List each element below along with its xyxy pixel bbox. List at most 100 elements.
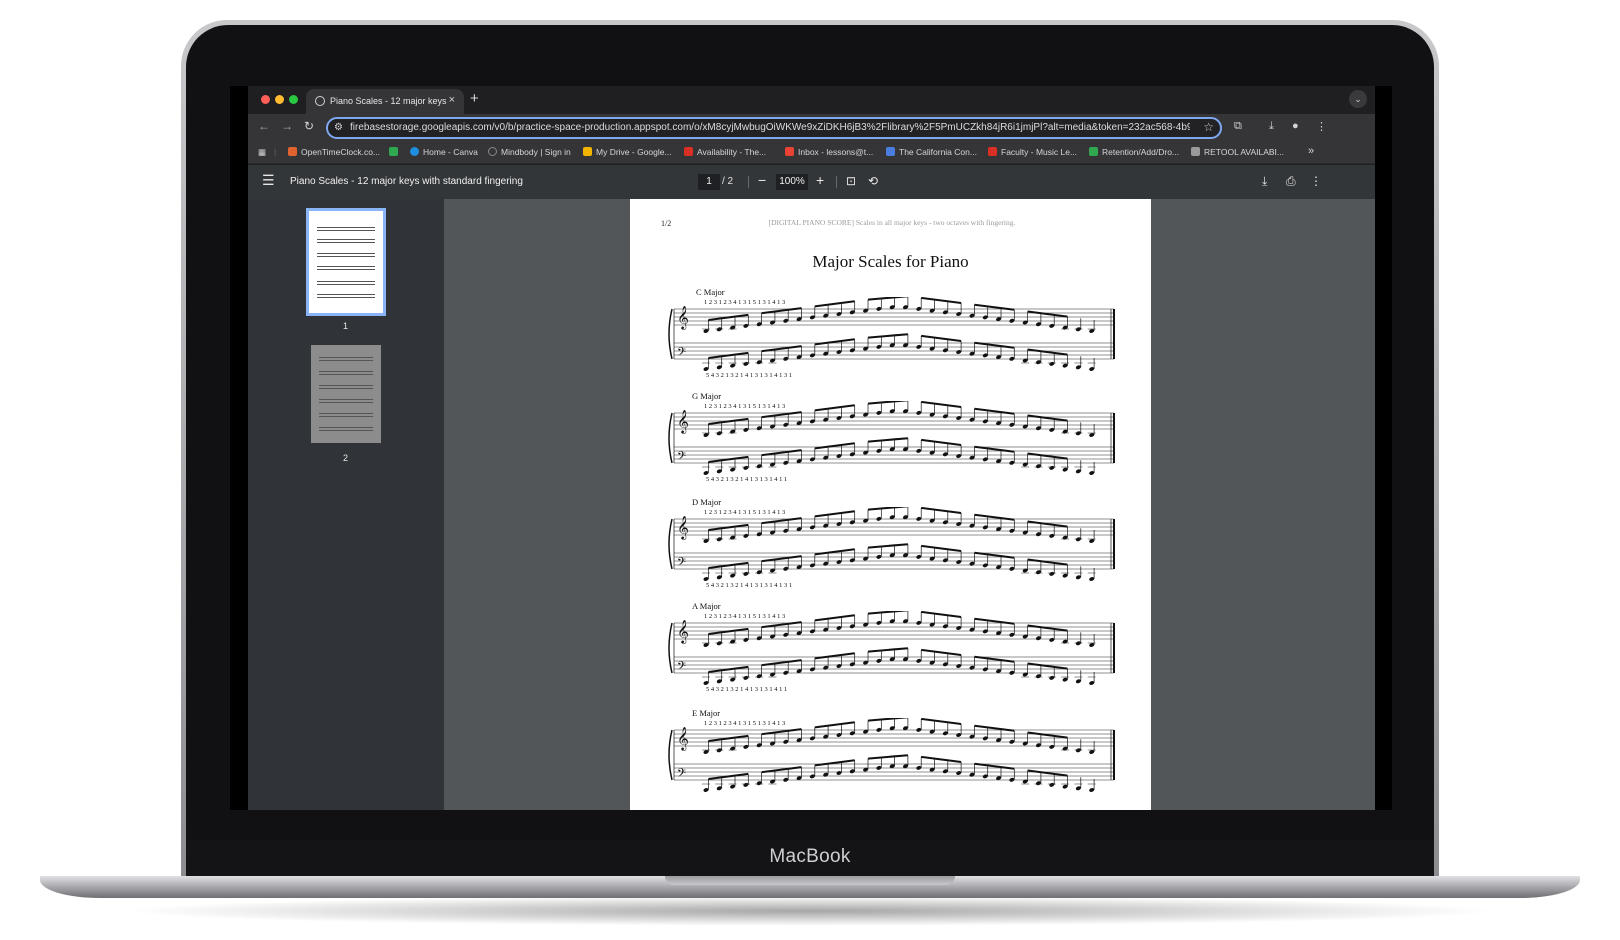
profile-icon[interactable]: ● — [1292, 120, 1299, 132]
url-text[interactable]: firebasestorage.googleapis.com/v0/b/prac… — [350, 122, 1190, 133]
beam — [1027, 769, 1068, 777]
print-icon[interactable]: ⎙ — [1286, 174, 1296, 189]
extensions-icon[interactable]: ⧉ — [1234, 120, 1242, 133]
treble-clef: 𝄞 — [677, 726, 689, 751]
forward-button[interactable]: → — [281, 119, 293, 133]
thumbnail-number: 1 — [343, 321, 349, 331]
screen: Piano Scales - 12 major keys × + ⌄ ← → ↻… — [230, 86, 1392, 810]
score-system-c-major: 1 2 3 1 2 3 4 1 3 1 5 1 3 1 4 1 3 𝄞 𝄢 5 4 3… — [668, 297, 1115, 377]
bookmark-retool[interactable]: RETOOL AVAILABI... — [1191, 147, 1284, 157]
treble-clef: 𝄞 — [677, 515, 689, 540]
beam — [1027, 452, 1068, 460]
score-system-a-major: 1 2 3 1 2 3 4 1 3 1 5 1 3 1 4 1 3 𝄞 𝄢 5 4 3… — [668, 611, 1115, 693]
rotate-icon[interactable]: ⟲ — [868, 174, 878, 188]
pdf-page: 1/2 [DIGITAL PIANO SCORE] Scales in all … — [630, 199, 1151, 810]
bookmark-star-icon[interactable]: ☆ — [1203, 120, 1214, 134]
bookmark-retention[interactable]: Retention/Add/Dro... — [1089, 147, 1179, 157]
beam — [708, 417, 749, 425]
minimize-window-button[interactable] — [275, 95, 284, 104]
beam — [867, 297, 908, 301]
browser-menu-icon[interactable]: ⋮ — [1316, 120, 1327, 133]
key-label: A Major — [692, 601, 721, 611]
tab-close-icon[interactable]: × — [449, 94, 455, 106]
beam — [867, 401, 908, 405]
thumbnail-page-2[interactable] — [311, 345, 381, 443]
beam — [708, 313, 749, 321]
page-number-input[interactable]: 1 — [698, 174, 720, 190]
rh-fingering: 1 2 3 1 2 3 4 1 3 1 5 1 3 1 4 1 3 — [704, 509, 785, 516]
beam — [921, 611, 962, 618]
new-tab-button[interactable]: + — [470, 90, 479, 107]
bookmark-canva[interactable]: Home - Canva — [410, 147, 478, 157]
beam — [814, 548, 855, 556]
maximize-window-button[interactable] — [289, 95, 298, 104]
beam — [708, 523, 749, 531]
zoom-out-button[interactable]: − — [758, 172, 766, 188]
bass-clef: 𝄢 — [677, 767, 686, 783]
hamburger-menu-icon[interactable]: ☰ — [262, 172, 275, 189]
tab-search-chevron-icon[interactable]: ⌄ — [1349, 90, 1367, 108]
beam — [867, 543, 908, 549]
thumbnail-page-1[interactable] — [306, 208, 386, 316]
beam — [708, 561, 749, 569]
bass-clef: 𝄢 — [677, 450, 686, 466]
beam — [1027, 558, 1068, 566]
pdf-more-options-icon[interactable]: ⋮ — [1310, 174, 1322, 188]
site-info-icon[interactable]: ⚙ — [334, 122, 343, 133]
apps-grid-icon[interactable]: ▦ — [258, 147, 266, 158]
beam — [814, 652, 855, 660]
back-button[interactable]: ← — [258, 119, 270, 133]
beam — [867, 437, 908, 443]
laptop-shadow — [120, 896, 1500, 926]
bookmark-mindbody[interactable]: Mindbody | Sign in — [488, 147, 571, 157]
beam — [921, 438, 962, 446]
beam — [921, 544, 962, 552]
bass-clef: 𝄢 — [677, 660, 686, 676]
rh-fingering: 1 2 3 1 2 3 4 1 3 1 5 1 3 1 4 1 3 — [704, 720, 785, 727]
bookmark-availability[interactable]: Availability - The... — [684, 147, 766, 157]
score-system-e-major: 1 2 3 1 2 3 4 1 3 1 5 1 3 1 4 1 3 𝄞 𝄢 — [668, 718, 1115, 792]
reload-button[interactable]: ↻ — [304, 119, 314, 133]
bookmark-inbox[interactable]: Inbox - lessons@t... — [785, 147, 873, 157]
more-bookmarks-chevron-icon[interactable]: » — [1308, 145, 1314, 157]
bookmarks-divider: | — [274, 147, 277, 157]
lh-fingering: 5 4 3 2 1 3 2 1 4 1 3 1 3 1 4 1 1 — [706, 686, 787, 693]
beam — [814, 300, 855, 308]
thumbnail-number: 2 — [343, 453, 349, 463]
beam — [814, 759, 855, 767]
beam — [867, 754, 908, 760]
device-label: MacBook — [769, 846, 851, 867]
rh-fingering: 1 2 3 1 2 3 4 1 3 1 5 1 3 1 4 1 3 — [704, 613, 785, 620]
bookmarks-bar: ▦ | OpenTimeClock.co... Home - Canva Min… — [248, 142, 1375, 164]
laptop-notch — [665, 876, 955, 885]
bookmark-sheets[interactable] — [389, 147, 402, 157]
pdf-title: Piano Scales - 12 major keys with standa… — [290, 176, 523, 187]
bookmark-my-drive[interactable]: My Drive - Google... — [583, 147, 672, 157]
download-icon[interactable]: ⤓ — [1269, 120, 1274, 133]
beam — [921, 334, 962, 342]
key-label: G Major — [692, 391, 722, 401]
pdf-viewer[interactable]: 1/2 [DIGITAL PIANO SCORE] Scales in all … — [444, 199, 1375, 810]
brace — [668, 412, 673, 464]
address-bar[interactable]: ⚙ firebasestorage.googleapis.com/v0/b/pr… — [326, 117, 1222, 139]
beam — [867, 507, 908, 511]
lh-fingering: 5 4 3 2 1 3 2 1 4 1 3 1 3 1 4 1 3 1 — [706, 372, 792, 377]
rh-fingering: 1 2 3 1 2 3 4 1 3 1 5 1 3 1 4 1 3 — [704, 299, 785, 306]
beam — [814, 614, 855, 622]
tab-piano-scales[interactable]: Piano Scales - 12 major keys × — [306, 89, 464, 114]
bookmark-opentimeclock[interactable]: OpenTimeClock.co... — [288, 147, 380, 157]
beam — [1027, 662, 1068, 670]
bass-clef: 𝄢 — [677, 556, 686, 572]
pdf-download-icon[interactable]: ⤓ — [1262, 174, 1267, 189]
tab-strip: Piano Scales - 12 major keys × + ⌄ — [248, 86, 1375, 114]
key-label: D Major — [692, 497, 722, 507]
fit-to-page-icon[interactable]: ⊡ — [846, 174, 856, 188]
brace — [668, 518, 673, 570]
close-window-button[interactable] — [261, 95, 270, 104]
bookmark-faculty[interactable]: Faculty - Music Le... — [988, 147, 1077, 157]
bookmark-california-con[interactable]: The California Con... — [886, 147, 977, 157]
beam — [867, 647, 908, 653]
beam — [708, 665, 749, 673]
zoom-in-button[interactable]: + — [816, 172, 824, 188]
zoom-level-input[interactable]: 100% — [776, 174, 808, 190]
